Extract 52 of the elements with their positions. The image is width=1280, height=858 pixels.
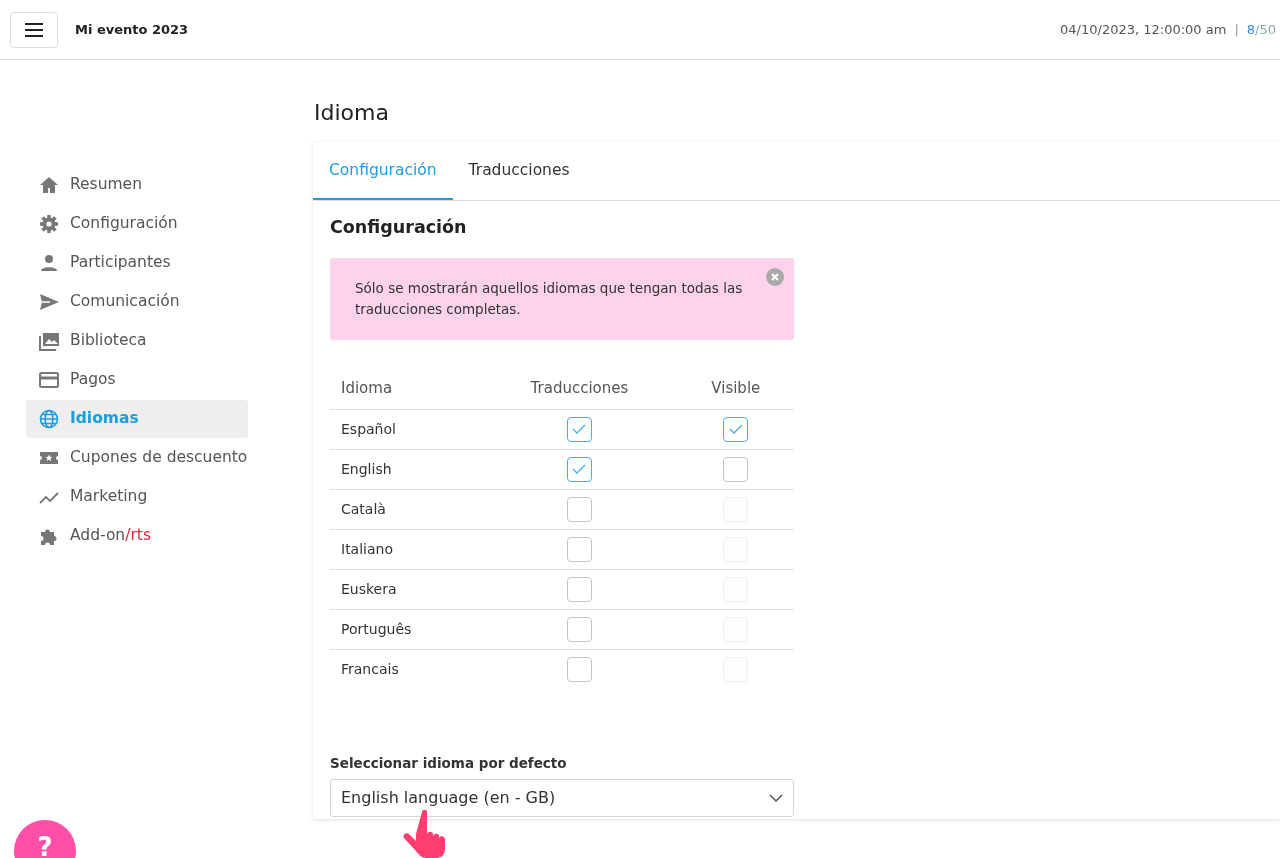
checkbox[interactable] <box>566 456 592 482</box>
language-name: English <box>330 449 482 490</box>
attendee-count: 8/50 <box>1246 21 1276 37</box>
column-header: Visible <box>677 368 794 410</box>
send-icon <box>38 292 60 312</box>
sidebar-item[interactable]: Biblioteca <box>26 322 248 360</box>
checkmark-icon <box>728 424 743 435</box>
checkmark-icon <box>572 464 587 475</box>
checkbox[interactable] <box>566 657 592 683</box>
section-title: Configuración <box>330 217 468 239</box>
default-language-select[interactable]: English language (en - GB) <box>330 778 794 817</box>
menu-button[interactable] <box>10 11 58 48</box>
menu-icon <box>25 22 43 37</box>
chevron-down-icon <box>769 793 783 802</box>
checkbox[interactable] <box>566 576 592 602</box>
checkbox[interactable] <box>566 416 592 442</box>
credit-card-icon <box>38 370 60 390</box>
page-title: Idioma <box>314 100 390 127</box>
checkbox[interactable] <box>566 536 592 562</box>
home-icon <box>38 175 60 195</box>
close-icon[interactable] <box>765 267 785 288</box>
language-name: Euskera <box>330 569 482 610</box>
sidebar-item[interactable]: Pagos <box>26 361 248 399</box>
event-title: Mi evento 2023 <box>75 20 189 39</box>
language-name: Català <box>330 489 482 530</box>
language-name: Francais <box>330 649 482 690</box>
sidebar-item[interactable]: Add-on/rts <box>26 517 248 555</box>
sidebar-item[interactable]: Marketing <box>26 478 248 516</box>
alert-text: Sólo se mostrarán aquellos idiomas que tengan todas las traducciones completas. <box>355 280 743 318</box>
tab[interactable]: Traducciones <box>452 142 586 201</box>
language-name: Italiano <box>330 529 482 570</box>
sidebar-item[interactable]: Comunicación <box>26 283 248 321</box>
gear-icon <box>38 214 60 234</box>
column-header: Idioma <box>330 368 482 410</box>
sidebar-item[interactable]: Cupones de descuento <box>26 439 248 477</box>
checkbox[interactable] <box>723 416 749 442</box>
images-icon <box>38 331 60 351</box>
event-datetime: 04/10/2023, 12:00:00 am <box>1060 21 1227 37</box>
default-language-label: Seleccionar idioma por defecto <box>330 754 568 774</box>
language-name: Português <box>330 609 482 650</box>
sidebar-item[interactable]: Configuración <box>26 205 248 243</box>
sidebar-item[interactable]: Resumen <box>26 166 248 204</box>
globe-icon <box>38 409 60 429</box>
sidebar-item[interactable]: Participantes <box>26 244 248 282</box>
language-name: Español <box>330 409 482 450</box>
checkbox[interactable] <box>566 496 592 522</box>
separator: | <box>1234 21 1239 37</box>
checkbox[interactable] <box>566 616 592 642</box>
person-icon <box>38 253 60 273</box>
checkmark-icon <box>572 424 587 435</box>
checkbox[interactable] <box>723 456 749 482</box>
column-header: Traducciones <box>481 368 678 410</box>
